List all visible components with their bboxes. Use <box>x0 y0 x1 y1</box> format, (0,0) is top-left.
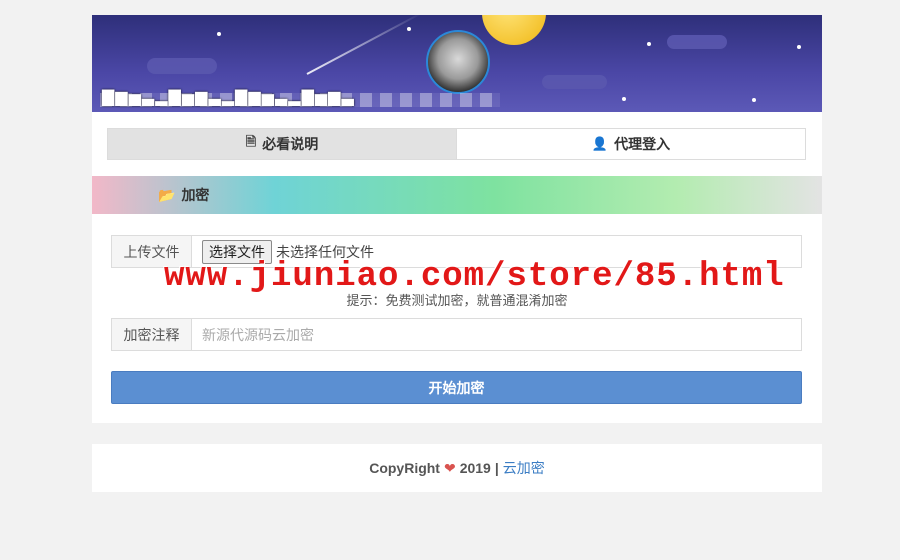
hint-text: 提示：免费测试加密，就普通混淆加密 <box>346 293 568 308</box>
heart-icon: ❤ <box>443 459 456 476</box>
tab-instructions[interactable]: 🗎 必看说明 <box>108 129 457 159</box>
header-banner: ▇▆▅▃▂▇▅▆▃▂▇▆▅▃▂▇▅▆▃ <box>92 15 822 112</box>
cloud-graphic <box>147 58 217 74</box>
file-picker: 选择文件 未选择任何文件 <box>192 236 374 267</box>
main-card: ▇▆▅▃▂▇▅▆▃▂▇▆▅▃▂▇▅▆▃ 🗎 必看说明 👤 代理登入 📂 加密 上… <box>92 15 822 423</box>
shooting-star-graphic <box>306 15 423 75</box>
tab-agent-login-label: 代理登入 <box>614 136 671 152</box>
star-graphic <box>797 45 801 49</box>
moon-graphic <box>482 15 546 45</box>
note-field-group: 加密注释 <box>111 318 802 351</box>
file-icon: 🗎 <box>245 134 257 149</box>
user-icon: 👤 <box>591 136 609 151</box>
section-header: 📂 加密 <box>92 176 822 214</box>
footer: CopyRight ❤ 2019 | 云加密 <box>92 444 822 492</box>
tab-agent-login[interactable]: 👤 代理登入 <box>457 129 805 159</box>
star-graphic <box>647 42 651 46</box>
footer-link[interactable]: 云加密 <box>503 458 545 478</box>
tab-bar: 🗎 必看说明 👤 代理登入 <box>107 128 806 160</box>
section-title: 加密 <box>181 187 210 203</box>
upload-label: 上传文件 <box>112 236 192 267</box>
banner-obscured-text: ▇▆▅▃▂▇▅▆▃▂▇▆▅▃▂▇▅▆▃ <box>102 89 355 106</box>
tab-instructions-label: 必看说明 <box>262 136 319 152</box>
note-label: 加密注释 <box>112 319 192 350</box>
start-encrypt-button[interactable]: 开始加密 <box>111 371 802 404</box>
star-graphic <box>622 97 626 101</box>
copyright-year: 2019 <box>459 460 491 476</box>
star-graphic <box>752 98 756 102</box>
avatar <box>426 30 490 94</box>
upload-field-group: 上传文件 选择文件 未选择任何文件 <box>111 235 802 268</box>
folder-open-icon: 📂 <box>158 186 176 203</box>
star-graphic <box>217 32 221 36</box>
copyright-text: CopyRight <box>369 460 440 476</box>
choose-file-button[interactable]: 选择文件 <box>202 239 272 264</box>
file-status: 未选择任何文件 <box>276 243 374 260</box>
note-input[interactable] <box>192 319 801 350</box>
star-graphic <box>407 27 411 31</box>
cloud-graphic <box>542 75 607 89</box>
footer-separator: | <box>494 460 499 476</box>
cloud-graphic <box>667 35 727 49</box>
